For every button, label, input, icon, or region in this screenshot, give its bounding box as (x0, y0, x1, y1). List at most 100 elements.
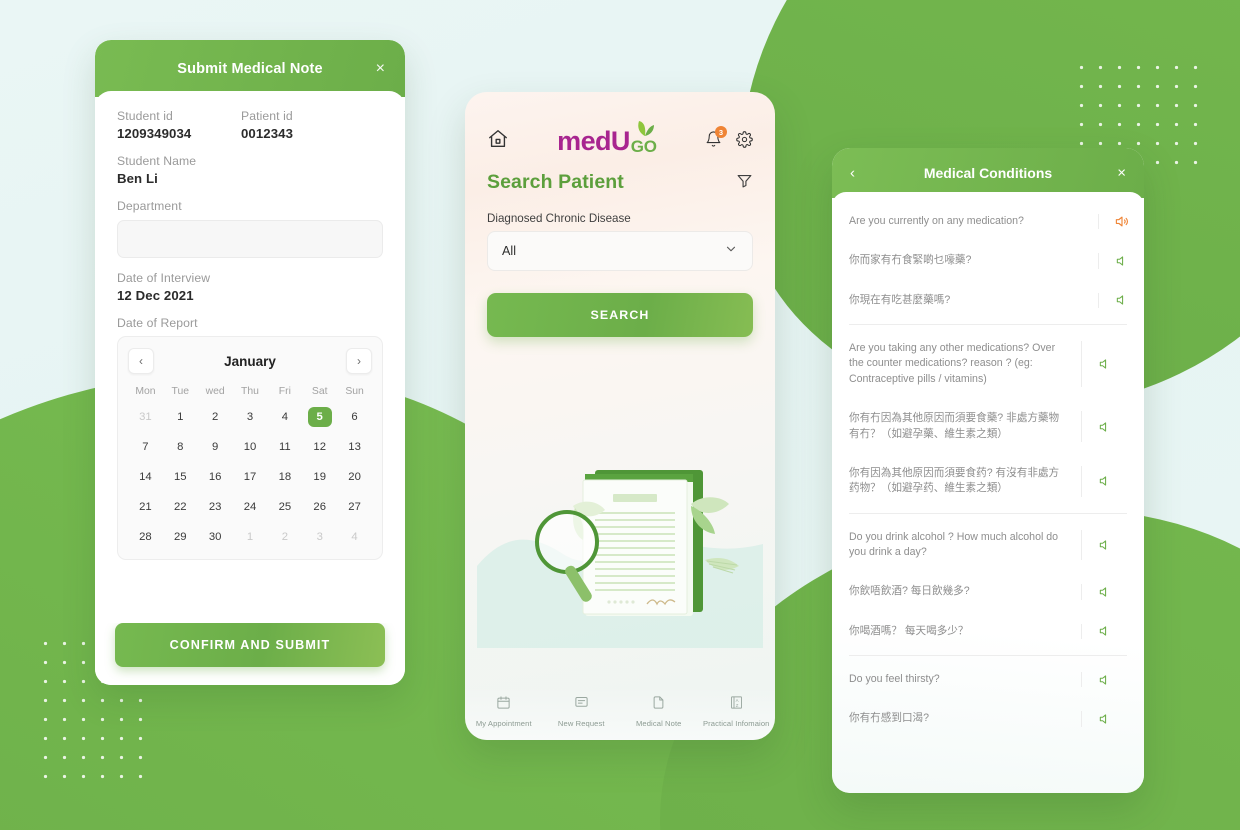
calendar-day[interactable]: 16 (198, 467, 233, 487)
speaker-icon[interactable] (1098, 292, 1144, 309)
calendar-day-selected[interactable]: 5 (307, 407, 332, 427)
patient-id-label: Patient id (241, 109, 293, 123)
calendar-day[interactable]: 17 (233, 467, 268, 487)
az-book-icon: AZ (729, 695, 744, 715)
document-search-illustration (465, 337, 775, 686)
department-field: Department (117, 199, 383, 258)
tab-medical-note[interactable]: Medical Note (620, 695, 698, 728)
calendar-day[interactable]: 26 (302, 497, 337, 517)
calendar-day[interactable]: 6 (337, 407, 372, 427)
question-row: 你有因為其他原因而須要食药? 有沒有非處方药物？（如避孕药、維生素之類） (849, 454, 1127, 509)
calendar-day[interactable]: 20 (337, 467, 372, 487)
search-button[interactable]: SEARCH (487, 293, 753, 337)
calendar-day[interactable]: 29 (163, 527, 198, 547)
student-name-field: Student Name Ben Li (117, 154, 383, 186)
tab-label: New Request (557, 718, 605, 728)
close-icon[interactable]: × (376, 60, 385, 77)
calendar-day[interactable]: 23 (198, 497, 233, 517)
back-icon[interactable]: ‹ (850, 165, 855, 182)
tab-new-request[interactable]: New Request (543, 695, 621, 728)
dialog-footer: CONFIRM AND SUBMIT (95, 623, 405, 685)
calendar-day[interactable]: 28 (128, 527, 163, 547)
chevron-down-icon (724, 242, 738, 261)
calendar-day[interactable]: 12 (302, 437, 337, 457)
tab-my-appointment[interactable]: My Appointment (465, 695, 543, 728)
speaker-icon[interactable] (1081, 711, 1127, 727)
leaf-icon (635, 119, 655, 142)
question-text: 你而家有冇食緊啲乜嚎藥? (849, 254, 972, 267)
search-form: Diagnosed Chronic Disease All (465, 194, 775, 271)
calendar-day[interactable]: 2 (198, 407, 233, 427)
confirm-and-submit-button[interactable]: CONFIRM AND SUBMIT (115, 623, 385, 667)
question-group: Are you currently on any medication? 你而家有… (832, 202, 1144, 324)
speaker-icon[interactable] (1081, 529, 1127, 561)
calendar-day[interactable]: 7 (128, 437, 163, 457)
department-input[interactable] (117, 220, 383, 258)
gear-icon[interactable] (736, 130, 753, 153)
chronic-disease-select[interactable]: All (487, 231, 753, 271)
calendar-weekday: Mon (135, 386, 156, 397)
calendar-day[interactable]: 14 (128, 467, 163, 487)
speaker-icon[interactable] (1098, 253, 1144, 269)
calendar-day-grid: 31 1 2 3 4 5 6 7 8 9 10 11 12 13 14 15 16 17 18 19 20 21 22 23 2… (128, 407, 372, 547)
calendar-day[interactable]: 31 (128, 407, 163, 427)
calendar-day[interactable]: 24 (233, 497, 268, 517)
chronic-disease-label: Diagnosed Chronic Disease (487, 212, 631, 225)
calendar-day[interactable]: 27 (337, 497, 372, 517)
calendar-day[interactable]: 10 (233, 437, 268, 457)
calendar-day[interactable]: 30 (198, 527, 233, 547)
calendar-day[interactable]: 2 (267, 527, 302, 547)
calendar-day[interactable]: 1 (233, 527, 268, 547)
calendar-day[interactable]: 11 (267, 437, 302, 457)
calendar-day[interactable]: 13 (337, 437, 372, 457)
calendar-day[interactable]: 3 (233, 407, 268, 427)
student-name-label: Student Name (117, 154, 197, 168)
calendar-weekday: Fri (278, 386, 291, 397)
logo-primary-text: medU (557, 126, 630, 156)
calendar-day[interactable]: 4 (337, 527, 372, 547)
calendar-day[interactable]: 15 (163, 467, 198, 487)
home-icon[interactable] (487, 128, 509, 155)
student-name-value: Ben Li (117, 171, 158, 186)
calendar-prev-button[interactable]: ‹ (128, 348, 154, 374)
question-row: 你現在有吃甚麼藥嗎? (832, 281, 1144, 320)
date-picker-calendar: ‹ January › Mon Tue wed Thu Fri Sat Sun 31 1 2 3 4… (117, 336, 383, 560)
chronic-disease-value: All (502, 244, 516, 258)
calendar-day[interactable]: 4 (267, 407, 302, 427)
document-icon (651, 695, 666, 715)
calendar-day[interactable]: 19 (302, 467, 337, 487)
conditions-title: Medical Conditions (923, 165, 1053, 181)
bell-icon[interactable]: 3 (705, 126, 727, 153)
calendar-weekday: Tue (171, 386, 190, 397)
filter-icon[interactable] (736, 172, 753, 194)
student-id-field: Student id 1209349034 (117, 109, 241, 141)
app-top-bar: medU GO 3 (465, 92, 775, 155)
speaker-icon[interactable] (1081, 341, 1127, 388)
calendar-next-button[interactable]: › (346, 348, 372, 374)
calendar-day[interactable]: 3 (302, 527, 337, 547)
speaker-playing-icon[interactable] (1098, 214, 1144, 230)
speaker-icon[interactable] (1081, 411, 1127, 442)
calendar-day[interactable]: 9 (198, 437, 233, 457)
speaker-icon[interactable] (1081, 465, 1127, 497)
close-icon[interactable]: × (1117, 165, 1126, 182)
calendar-day[interactable]: 8 (163, 437, 198, 457)
tab-practical-infomaion[interactable]: A Z Practical Infomaion (698, 695, 776, 728)
notification-badge: 3 (714, 126, 727, 138)
date-of-interview-field: Date of Interview 12 Dec 2021 (117, 271, 383, 303)
questions-list: Are you currently on any medication? 你而家有… (832, 192, 1144, 793)
tab-label: Medical Note (635, 718, 682, 728)
question-row: Do you feel thirsty? (849, 660, 1127, 699)
speaker-icon[interactable] (1081, 672, 1127, 688)
speaker-icon[interactable] (1081, 584, 1127, 600)
calendar-day[interactable]: 1 (163, 407, 198, 427)
calendar-day[interactable]: 21 (128, 497, 163, 517)
calendar-weekday: Sun (345, 386, 364, 397)
speaker-icon[interactable] (1081, 623, 1127, 640)
calendar-day[interactable]: 22 (163, 497, 198, 517)
calendar-day[interactable]: 18 (267, 467, 302, 487)
medical-conditions-screen: ‹ Medical Conditions × Are you currently… (832, 148, 1144, 793)
date-of-report-label: Date of Report (117, 316, 198, 330)
dialog-body: Student id 1209349034 Patient id 0012343… (95, 91, 405, 623)
calendar-day[interactable]: 25 (267, 497, 302, 517)
